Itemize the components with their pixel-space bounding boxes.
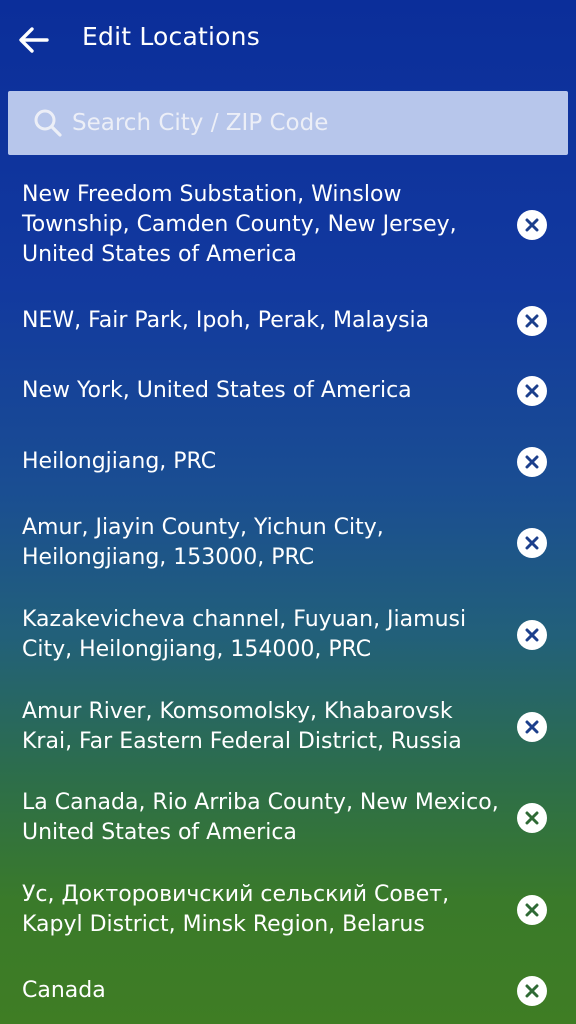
close-icon xyxy=(525,720,539,734)
location-item[interactable]: Amur, Jiayin County, Yichun City, Heilon… xyxy=(0,513,576,573)
remove-location-button[interactable] xyxy=(517,447,547,477)
location-item[interactable]: Heilongjiang, PRC xyxy=(0,447,576,477)
remove-location-button[interactable] xyxy=(517,210,547,240)
close-icon xyxy=(525,455,539,469)
remove-location-button[interactable] xyxy=(517,895,547,925)
close-icon xyxy=(525,984,539,998)
location-label: Canada xyxy=(22,978,106,1003)
remove-location-button[interactable] xyxy=(517,528,547,558)
close-icon xyxy=(525,903,539,917)
remove-location-button[interactable] xyxy=(517,803,547,833)
remove-location-button[interactable] xyxy=(517,712,547,742)
location-item[interactable]: Ус, Докторовичский сельский Совет, Kapyl… xyxy=(0,880,576,940)
close-icon xyxy=(525,536,539,550)
location-label: Kazakevicheva channel, Fuyuan, Jiamusi C… xyxy=(22,607,467,662)
back-button[interactable] xyxy=(10,16,58,64)
arrow-left-icon xyxy=(19,27,49,53)
location-item[interactable]: New York, United States of America xyxy=(0,376,576,406)
close-icon xyxy=(525,811,539,825)
location-label: Heilongjiang, PRC xyxy=(22,449,217,474)
location-item[interactable]: La Canada, Rio Arriba County, New Mexico… xyxy=(0,788,576,848)
page-title: Edit Locations xyxy=(82,22,260,51)
search-bar[interactable] xyxy=(8,91,568,155)
close-icon xyxy=(525,384,539,398)
search-icon xyxy=(30,105,66,141)
location-label: La Canada, Rio Arriba County, New Mexico… xyxy=(22,790,499,845)
close-icon xyxy=(525,314,539,328)
location-label: Amur, Jiayin County, Yichun City, Heilon… xyxy=(22,515,384,570)
location-label: New York, United States of America xyxy=(22,378,412,403)
location-label: NEW, Fair Park, Ipoh, Perak, Malaysia xyxy=(22,308,430,333)
app-bar: Edit Locations xyxy=(0,0,576,82)
close-icon xyxy=(525,218,539,232)
close-icon xyxy=(525,628,539,642)
location-item[interactable]: NEW, Fair Park, Ipoh, Perak, Malaysia xyxy=(0,306,576,336)
location-item[interactable]: Canada xyxy=(0,976,576,1006)
search-input[interactable] xyxy=(72,110,542,136)
remove-location-button[interactable] xyxy=(517,306,547,336)
location-label: Amur River, Komsomolsky, Khabarovsk Krai… xyxy=(22,699,462,754)
remove-location-button[interactable] xyxy=(517,620,547,650)
location-item[interactable]: New Freedom Substation, Winslow Township… xyxy=(0,180,576,270)
location-item[interactable]: Kazakevicheva channel, Fuyuan, Jiamusi C… xyxy=(0,605,576,665)
location-label: New Freedom Substation, Winslow Township… xyxy=(22,182,457,267)
location-item[interactable]: Amur River, Komsomolsky, Khabarovsk Krai… xyxy=(0,697,576,757)
location-label: Ус, Докторовичский сельский Совет, Kapyl… xyxy=(22,882,450,937)
remove-location-button[interactable] xyxy=(517,976,547,1006)
remove-location-button[interactable] xyxy=(517,376,547,406)
